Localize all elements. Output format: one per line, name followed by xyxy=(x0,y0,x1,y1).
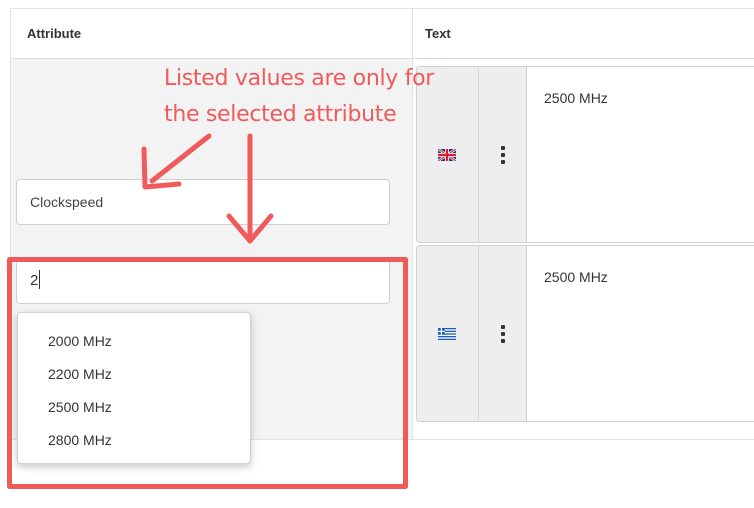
header-divider xyxy=(412,9,413,60)
suggestion-item[interactable]: 2500 MHz xyxy=(18,391,250,424)
attribute-select-field[interactable]: Clockspeed xyxy=(16,179,390,225)
translation-row-greek: 2500 MHz xyxy=(416,245,754,422)
text-caret xyxy=(39,270,41,289)
translation-text: 2500 MHz xyxy=(544,90,608,106)
attribute-value-input[interactable]: 2 xyxy=(16,258,390,304)
attribute-select-value: Clockspeed xyxy=(30,194,104,210)
row-menu-cell[interactable] xyxy=(479,67,527,242)
language-flag-cell[interactable] xyxy=(417,246,479,421)
kebab-menu-icon[interactable] xyxy=(501,145,505,164)
translation-text: 2500 MHz xyxy=(544,269,608,285)
annotation-line-1: Listed values are only for xyxy=(164,66,435,91)
attribute-value-text: 2 xyxy=(30,272,39,289)
language-flag-cell[interactable] xyxy=(417,67,479,242)
attribute-column-header: Attribute xyxy=(27,26,82,41)
uk-flag-icon xyxy=(438,148,456,161)
suggestion-item[interactable]: 2800 MHz xyxy=(18,424,250,457)
translation-row-english: 2500 MHz xyxy=(416,66,754,243)
annotation-line-2: the selected attribute xyxy=(164,102,397,127)
translation-text-area[interactable]: 2500 MHz xyxy=(527,67,754,242)
text-column-header: Text xyxy=(425,26,451,41)
translation-text-area[interactable]: 2500 MHz xyxy=(527,246,754,421)
suggestion-item[interactable]: 2000 MHz xyxy=(18,325,250,358)
suggestion-item[interactable]: 2200 MHz xyxy=(18,358,250,391)
value-suggestions-dropdown: 2000 MHz 2200 MHz 2500 MHz 2800 MHz xyxy=(17,312,251,464)
table-header-row: Attribute Text xyxy=(11,8,754,60)
row-menu-cell[interactable] xyxy=(479,246,527,421)
greece-flag-icon xyxy=(438,327,456,340)
kebab-menu-icon[interactable] xyxy=(501,324,505,343)
